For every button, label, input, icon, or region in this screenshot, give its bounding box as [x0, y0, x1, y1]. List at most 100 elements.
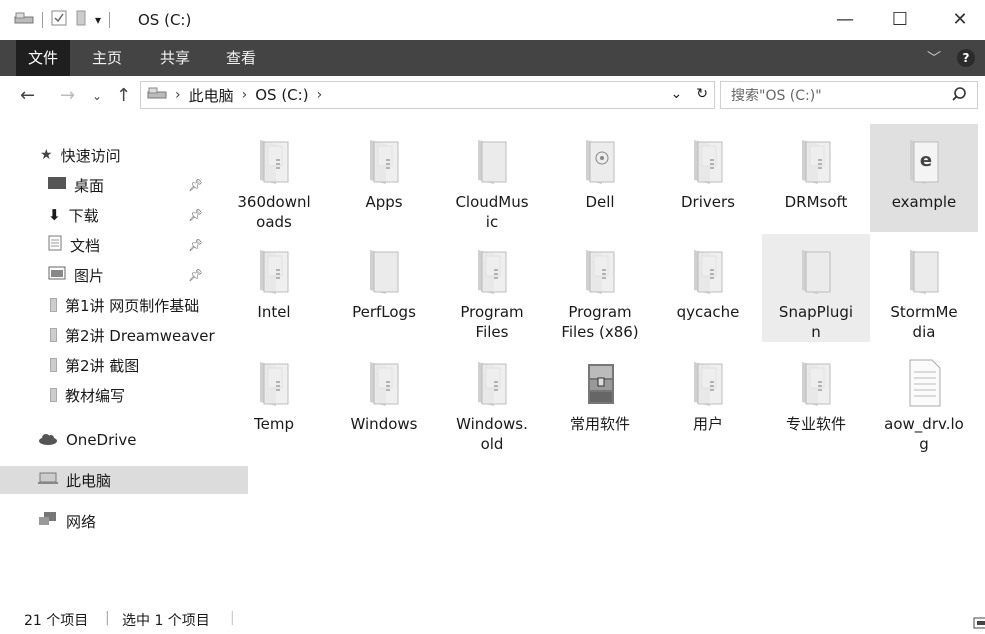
up-arrow-icon[interactable]: ↑: [116, 85, 131, 106]
file-item[interactable]: qycache: [654, 234, 762, 342]
file-item-label: Temp: [254, 415, 294, 433]
chevron-right-icon[interactable]: ›: [242, 87, 248, 103]
navigation-bar: ← → ⌄ ↑ › 此电脑 › OS (C:) › ⌄ ↻ 搜索"OS (C:)…: [0, 76, 985, 116]
pin-icon[interactable]: 📌︎: [188, 208, 203, 222]
status-separator: |: [105, 610, 110, 626]
sidebar-item-this-pc[interactable]: 此电脑: [0, 466, 248, 494]
file-item[interactable]: Windows. old: [438, 346, 546, 454]
file-item[interactable]: e example: [870, 124, 978, 232]
download-icon: ⬇: [48, 206, 61, 224]
folder-icon: [796, 136, 836, 186]
file-item-label: PerfLogs: [352, 303, 416, 321]
file-item[interactable]: Apps: [330, 124, 438, 232]
recent-locations-icon[interactable]: ⌄: [92, 89, 102, 103]
pin-icon[interactable]: 📌︎: [188, 178, 203, 192]
sidebar-item-label: OneDrive: [66, 431, 137, 449]
large-icons-view-icon[interactable]: [973, 616, 985, 634]
tab-share[interactable]: 共享: [148, 40, 202, 76]
pin-icon[interactable]: 📌︎: [188, 268, 203, 282]
help-icon[interactable]: ?: [957, 49, 975, 67]
file-item[interactable]: PerfLogs: [330, 234, 438, 342]
file-item-label: Intel: [257, 303, 291, 321]
new-folder-icon[interactable]: [75, 10, 87, 30]
maximize-button[interactable]: ☐: [885, 6, 915, 32]
close-button[interactable]: ✕: [945, 6, 975, 32]
navigation-pane: ★ 快速访问 桌面 📌︎ ⬇ 下载 📌︎ 文档 📌︎ 图片 📌︎ 第1讲 网页制…: [0, 120, 248, 590]
tab-file[interactable]: 文件: [16, 40, 71, 76]
expand-ribbon-icon[interactable]: ﹀: [927, 48, 941, 68]
back-arrow-icon[interactable]: ←: [20, 85, 35, 106]
folder-icon: [364, 136, 404, 186]
properties-check-icon[interactable]: [51, 10, 67, 30]
search-input[interactable]: 搜索"OS (C:)": [720, 81, 978, 109]
file-item[interactable]: Drivers: [654, 124, 762, 232]
archive-icon: [580, 358, 620, 408]
file-item[interactable]: Windows: [330, 346, 438, 454]
file-item[interactable]: Dell: [546, 124, 654, 232]
item-count: 21 个项目: [24, 613, 89, 629]
file-item[interactable]: StormMe dia: [870, 234, 978, 342]
file-item[interactable]: Program Files: [438, 234, 546, 342]
text-file-icon: [904, 358, 944, 408]
file-item[interactable]: CloudMus ic: [438, 124, 546, 232]
folder-icon: [364, 358, 404, 408]
pin-icon[interactable]: 📌︎: [188, 238, 203, 252]
file-item[interactable]: Temp: [220, 346, 328, 454]
folder-icon: [688, 358, 728, 408]
sidebar-item-label: 第2讲 Dreamweaver: [65, 326, 215, 345]
file-item-label: aow_drv.lo g: [884, 415, 964, 453]
sidebar-item-label: 教材编写: [65, 386, 126, 405]
file-item[interactable]: 用户: [654, 346, 762, 454]
file-item[interactable]: SnapPlugi n: [762, 234, 870, 342]
sidebar-item-label: 第2讲 截图: [65, 356, 140, 375]
file-item[interactable]: 专业软件: [762, 346, 870, 454]
chevron-right-icon[interactable]: ›: [317, 87, 323, 103]
folder-icon: [688, 136, 728, 186]
search-placeholder: 搜索"OS (C:)": [731, 88, 822, 104]
tab-view[interactable]: 查看: [214, 40, 268, 76]
file-item[interactable]: Intel: [220, 234, 328, 342]
file-item-label: DRMsoft: [784, 193, 848, 211]
breadcrumb-os-c[interactable]: OS (C:): [255, 86, 308, 104]
svg-text:e: e: [920, 150, 932, 171]
star-icon: ★: [40, 147, 53, 163]
sidebar-item-label: 桌面: [74, 176, 105, 195]
tab-home[interactable]: 主页: [80, 40, 134, 76]
sidebar-item-onedrive[interactable]: OneDrive: [0, 426, 248, 454]
file-item[interactable]: 常用软件: [546, 346, 654, 454]
refresh-icon[interactable]: ↻: [696, 86, 708, 102]
address-bar[interactable]: › 此电脑 › OS (C:) › ⌄ ↻: [140, 81, 715, 109]
folder-icon: [904, 246, 944, 296]
file-item-label: Apps: [365, 193, 403, 211]
qat-dropdown-icon[interactable]: ▾: [95, 13, 101, 27]
breadcrumb-this-pc[interactable]: 此电脑: [189, 85, 234, 106]
sidebar-item-network[interactable]: 网络: [0, 507, 248, 535]
folder-icon: [254, 358, 294, 408]
drive-icon: [147, 86, 167, 104]
folder-icon: [580, 246, 620, 296]
minimize-button[interactable]: —: [830, 6, 860, 32]
sidebar-item-label: 此电脑: [66, 471, 112, 490]
search-icon[interactable]: [951, 86, 967, 106]
chevron-right-icon[interactable]: ›: [175, 87, 181, 103]
selected-count: 选中 1 个项目: [122, 613, 210, 629]
file-item[interactable]: Program Files (x86): [546, 234, 654, 342]
folder-icon: [580, 136, 620, 186]
sidebar-item-label: 快速访问: [60, 146, 121, 165]
file-item-label: 用户: [692, 415, 723, 433]
folder-icon: [472, 358, 512, 408]
file-item-label: Dell: [585, 193, 615, 211]
file-item[interactable]: DRMsoft: [762, 124, 870, 232]
desktop-icon: [48, 176, 66, 194]
folder-icon: [254, 246, 294, 296]
network-icon: [38, 511, 58, 531]
file-item[interactable]: 360downl oads: [220, 124, 328, 232]
file-item[interactable]: aow_drv.lo g: [870, 346, 978, 454]
forward-arrow-icon[interactable]: →: [60, 85, 75, 106]
cloud-icon: [38, 431, 58, 449]
sidebar-item-quick-access[interactable]: ★ 快速访问: [0, 141, 250, 169]
address-dropdown-icon[interactable]: ⌄: [671, 86, 683, 102]
folder-icon: [50, 388, 57, 402]
status-separator: |: [230, 610, 235, 626]
drive-icon[interactable]: [14, 11, 34, 29]
